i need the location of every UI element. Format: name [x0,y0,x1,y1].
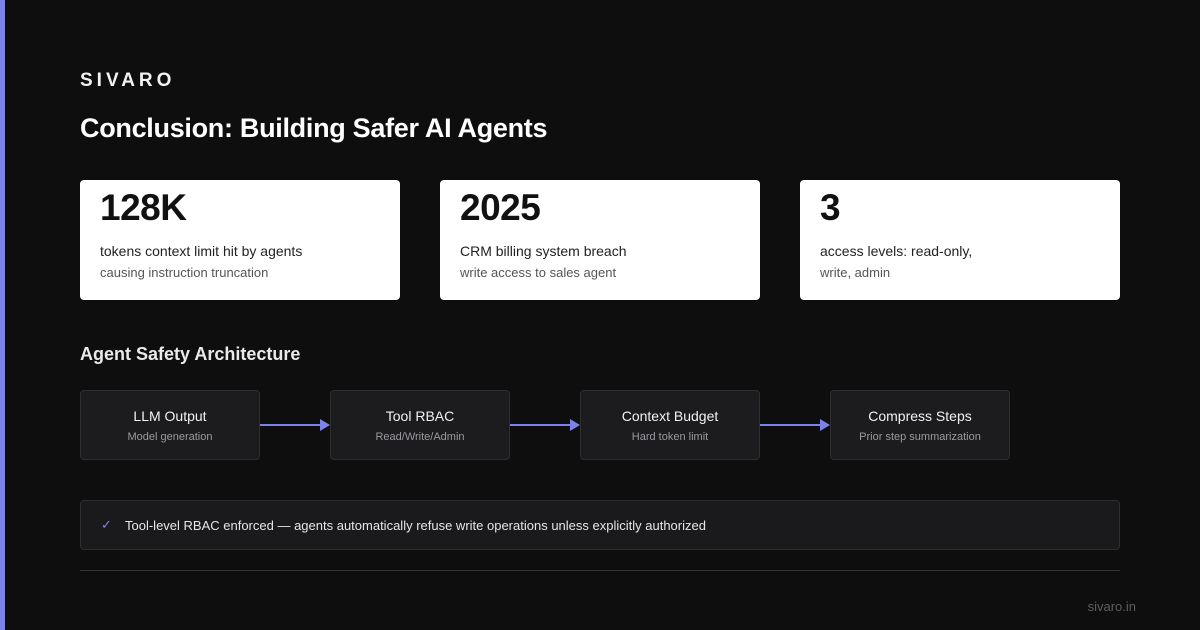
divider [80,570,1120,571]
stat-value: 128K [100,187,187,228]
flow-arrow-icon [510,419,580,431]
footer-url: sivaro.in [1087,599,1136,614]
stat-value: 3 [820,187,841,228]
flow-node-subtitle: Model generation [127,431,213,443]
stat-label: CRM billing system breach [460,243,627,259]
stat-sub: causing instruction truncation [100,265,269,280]
flow-arrow-icon [760,419,830,431]
brand-logo: SIVARO [80,70,176,91]
flow-node-subtitle: Hard token limit [631,431,709,443]
flow-node-compress-steps: Compress Steps Prior step summarization [830,390,1010,460]
section-title: Agent Safety Architecture [80,344,301,364]
flow-node-title: LLM Output [133,408,207,424]
stat-sub: write access to sales agent [460,265,617,280]
stat-label: access levels: read-only, [820,243,973,259]
stat-sub: write, admin [820,265,891,280]
callout-box: ✓ Tool-level RBAC enforced — agents auto… [80,500,1120,550]
flow-node-subtitle: Prior step summarization [859,431,981,443]
flow-node-title: Context Budget [621,408,719,424]
page-title: Conclusion: Building Safer AI Agents [80,113,548,143]
stat-card-breach: 2025 CRM billing system breach write acc… [440,180,760,300]
check-icon: ✓ [101,517,112,532]
accent-bar [0,0,5,630]
flow-node-title: Compress Steps [868,408,972,424]
flow-node-context-budget: Context Budget Hard token limit [580,390,760,460]
stat-card-access-levels: 3 access levels: read-only, write, admin [800,180,1120,300]
flow-node-tool-rbac: Tool RBAC Read/Write/Admin [330,390,510,460]
stat-value: 2025 [460,187,541,228]
flow-node-subtitle: Read/Write/Admin [375,431,465,443]
callout-text: Tool-level RBAC enforced — agents automa… [125,517,706,533]
stat-label: tokens context limit hit by agents [100,243,303,259]
flow-arrow-icon [260,419,330,431]
flow-node-title: Tool RBAC [385,408,455,424]
architecture-flow: LLM Output Model generation Tool RBAC Re… [80,390,1020,460]
stat-card-context-limit: 128K tokens context limit hit by agents … [80,180,400,300]
flow-node-llm-output: LLM Output Model generation [80,390,260,460]
stats-row: 128K tokens context limit hit by agents … [80,180,1120,300]
